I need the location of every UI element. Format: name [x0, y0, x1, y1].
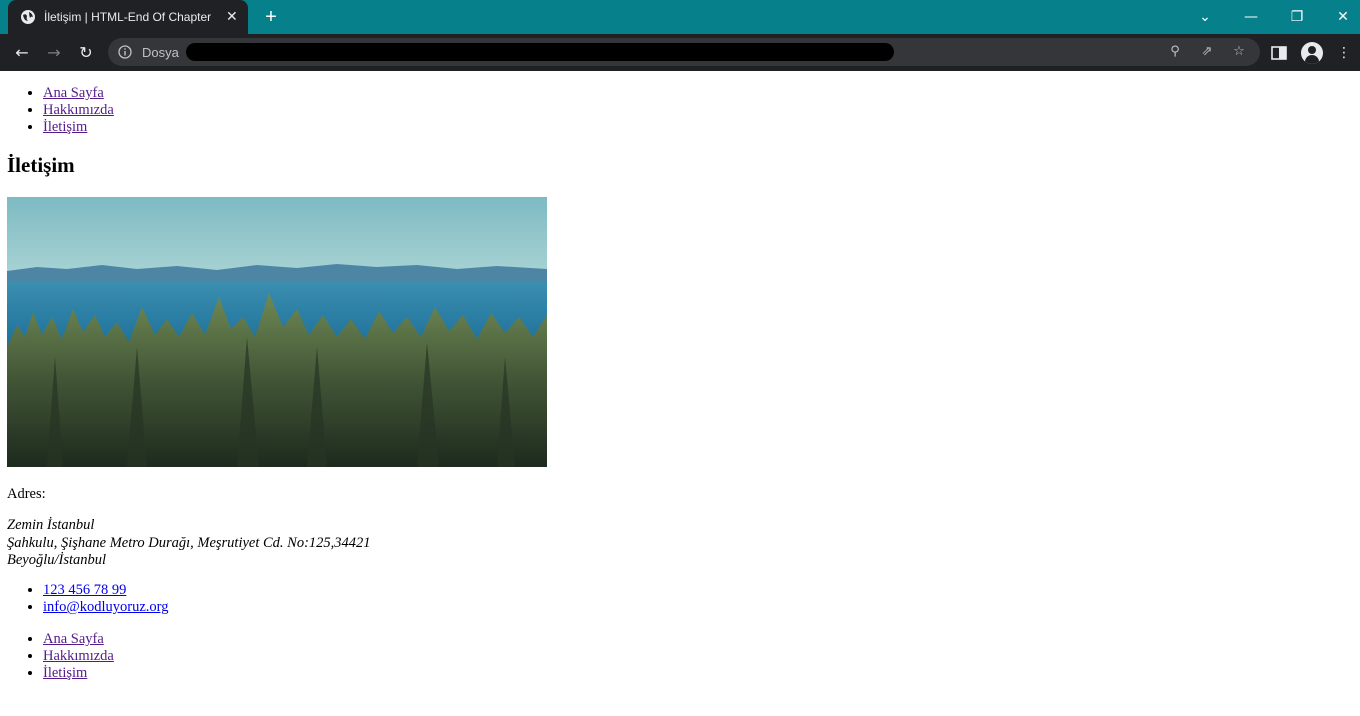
top-nav: Ana Sayfa Hakkımızda İletişim [7, 85, 114, 136]
page-title: İletişim [7, 153, 75, 177]
nav-link-contact[interactable]: İletişim [43, 665, 87, 681]
window-close-button[interactable]: ✕ [1331, 5, 1355, 29]
back-button[interactable]: ← [10, 41, 34, 65]
star-icon[interactable]: ☆ [1230, 43, 1248, 61]
address-line: Zemin İstanbul [7, 517, 95, 533]
url-text-redacted[interactable] [186, 43, 894, 61]
menu-icon[interactable]: ⋮ [1333, 42, 1355, 64]
tab-strip: İletişim | HTML-End Of Chapter ✕ + ⌄ — ❐… [0, 0, 1360, 34]
bottom-nav: Ana Sayfa Hakkımızda İletişim [7, 631, 114, 682]
restore-button[interactable]: ❐ [1285, 5, 1309, 29]
page-content: Ana Sayfa Hakkımızda İletişim İletişim [0, 71, 1360, 716]
address-label: Adres: [7, 486, 46, 502]
list-item: Hakkımızda [43, 648, 114, 665]
nav-link-about[interactable]: Hakkımızda [43, 102, 114, 118]
globe-icon [21, 10, 35, 24]
tab-title: İletişim | HTML-End Of Chapter [44, 10, 212, 24]
url-scheme-label: Dosya [142, 45, 179, 60]
nav-link-home[interactable]: Ana Sayfa [43, 85, 104, 101]
list-item: 123 456 78 99 [43, 582, 168, 599]
address-bar[interactable]: Dosya ⚲ ⇗ ☆ [108, 38, 1260, 66]
info-icon[interactable] [118, 45, 132, 59]
nav-link-about[interactable]: Hakkımızda [43, 648, 114, 664]
new-tab-button[interactable]: + [260, 6, 282, 28]
address-line: Beyoğlu/İstanbul [7, 552, 107, 568]
profile-head-shape [1308, 46, 1316, 54]
list-item: İletişim [43, 665, 114, 682]
forward-button[interactable]: → [42, 41, 66, 65]
nav-link-contact[interactable]: İletişim [43, 119, 87, 135]
nav-link-home[interactable]: Ana Sayfa [43, 631, 104, 647]
browser-toolbar: ← → ↻ Dosya ⚲ ⇗ ☆ ⋮ [0, 34, 1360, 71]
tab-close-icon[interactable]: ✕ [226, 8, 238, 25]
share-icon[interactable]: ⇗ [1198, 43, 1216, 61]
address-line: Şahkulu, Şişhane Metro Durağı, Meşrutiye… [7, 534, 371, 551]
profile-icon[interactable] [1301, 42, 1323, 64]
side-panel-icon[interactable] [1268, 42, 1290, 64]
reload-button[interactable]: ↻ [74, 41, 98, 65]
contact-list: 123 456 78 99 info@kodluyoruz.org [7, 582, 168, 616]
list-item: Ana Sayfa [43, 631, 114, 648]
list-item: İletişim [43, 119, 114, 136]
active-tab[interactable]: İletişim | HTML-End Of Chapter ✕ [8, 0, 248, 34]
zoom-icon[interactable]: ⚲ [1166, 43, 1184, 61]
list-item: info@kodluyoruz.org [43, 599, 168, 616]
list-item: Hakkımızda [43, 102, 114, 119]
address-block: Zemin İstanbul Şahkulu, Şişhane Metro Du… [7, 517, 371, 570]
tab-search-chevron-down-icon[interactable]: ⌄ [1193, 5, 1217, 29]
landscape-photo [7, 197, 547, 467]
email-link[interactable]: info@kodluyoruz.org [43, 599, 168, 615]
phone-link[interactable]: 123 456 78 99 [43, 582, 126, 598]
list-item: Ana Sayfa [43, 85, 114, 102]
profile-body-shape [1305, 55, 1319, 64]
minimize-button[interactable]: — [1239, 5, 1263, 29]
